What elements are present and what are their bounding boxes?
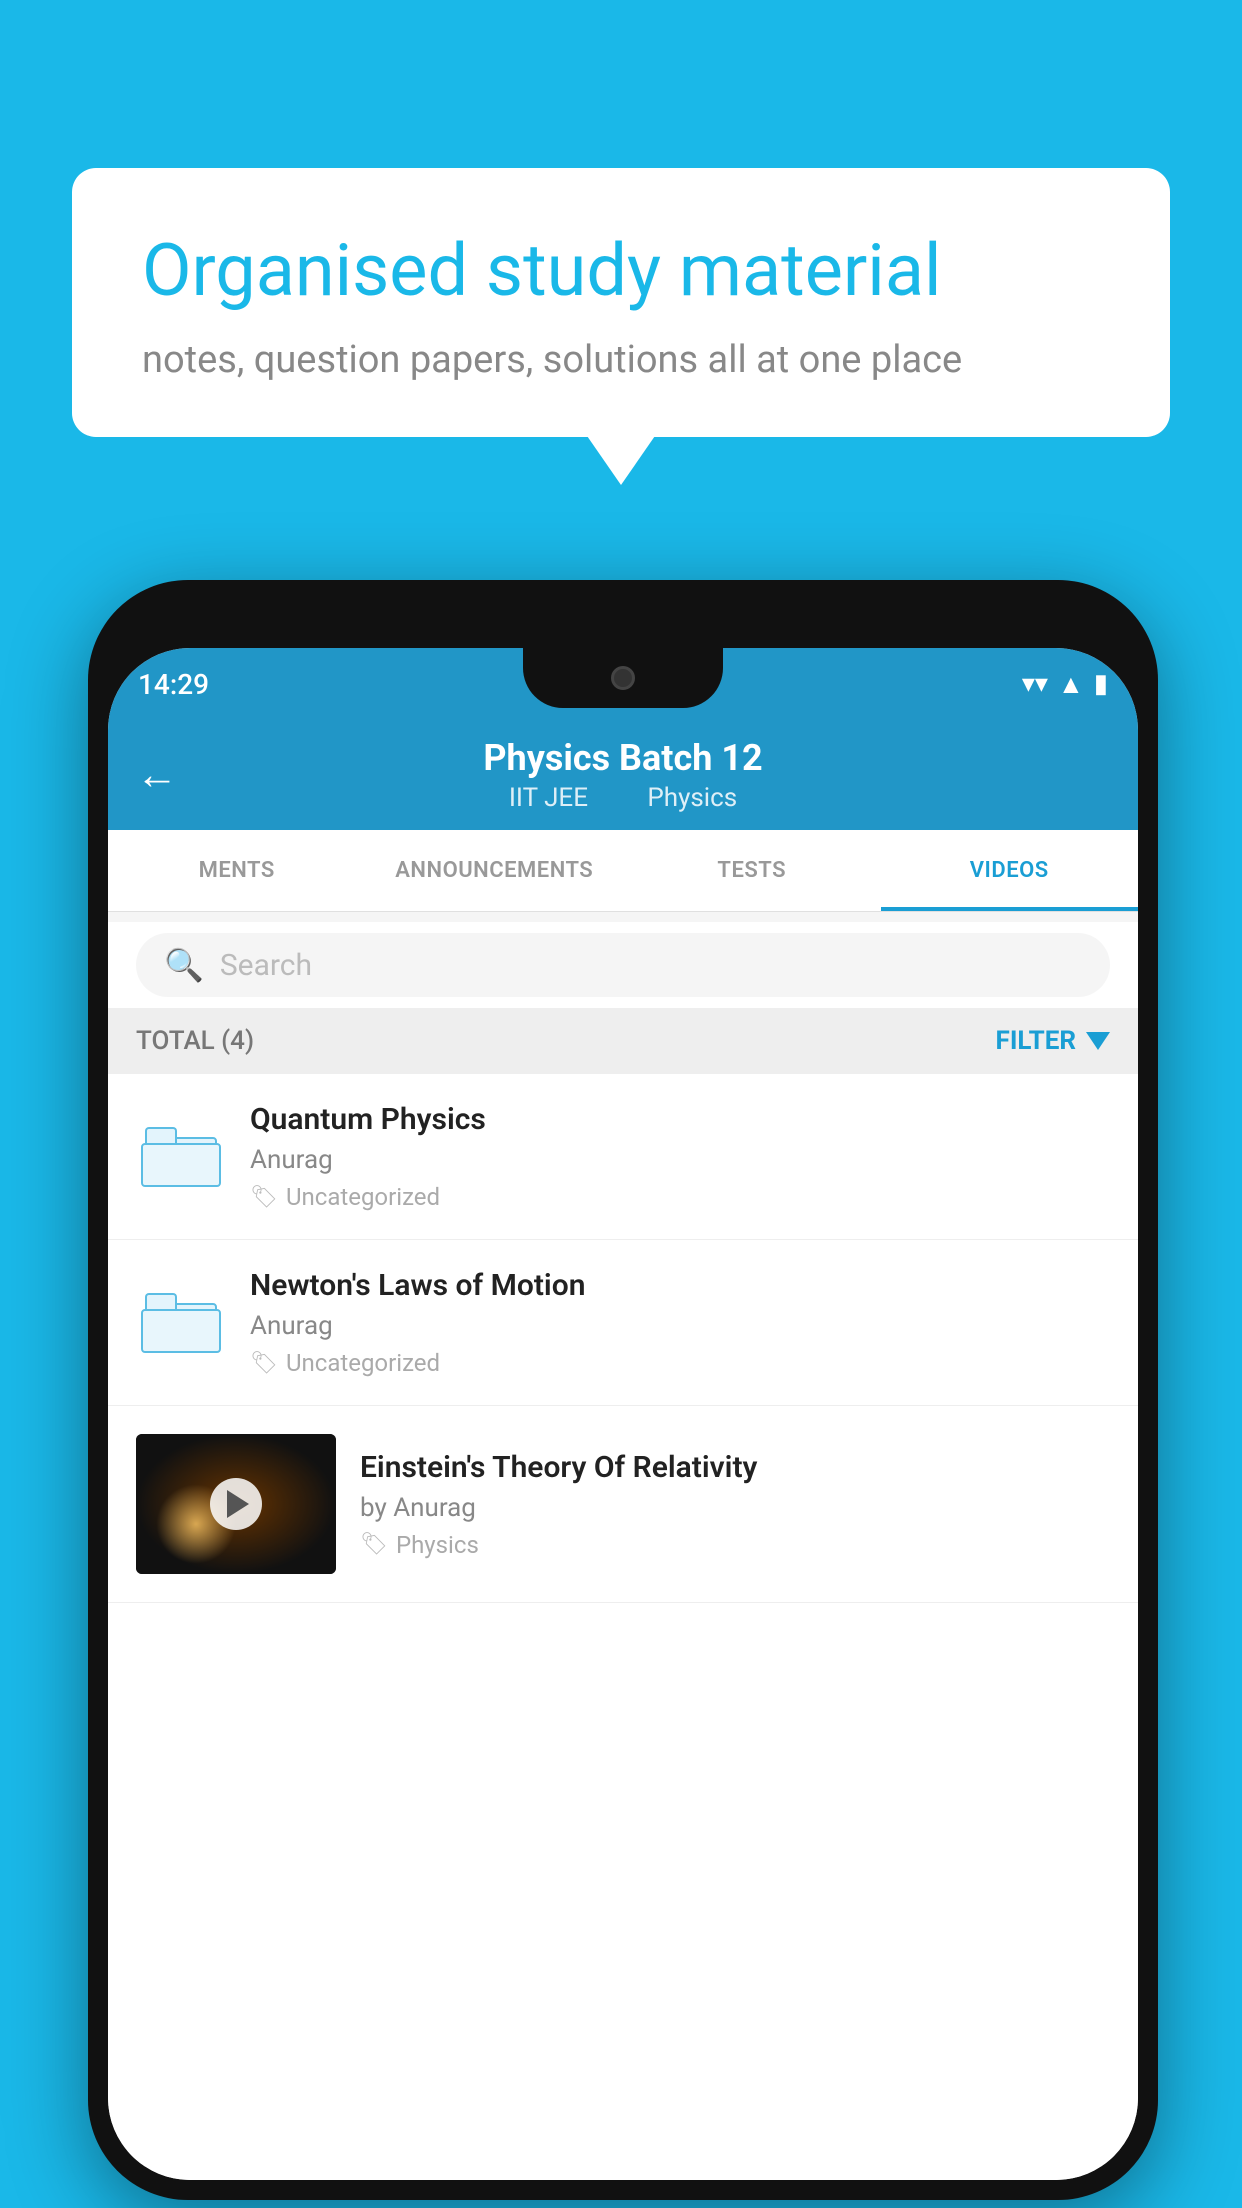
- item-author: by Anurag: [360, 1493, 1110, 1523]
- list-item[interactable]: Einstein's Theory Of Relativity by Anura…: [108, 1406, 1138, 1603]
- header-subtitle-iit: IIT JEE: [509, 783, 588, 813]
- speech-bubble: Organised study material notes, question…: [72, 168, 1170, 437]
- tab-videos[interactable]: VIDEOS: [881, 830, 1139, 911]
- filter-label: FILTER: [996, 1026, 1076, 1056]
- header-subtitle-physics: Physics: [647, 783, 737, 813]
- tab-tests[interactable]: TESTS: [623, 830, 881, 911]
- tab-ments[interactable]: MENTS: [108, 830, 366, 911]
- item-tag: 🏷 Uncategorized: [250, 1349, 1110, 1377]
- folder-icon: [145, 1127, 217, 1187]
- filter-icon: [1086, 1032, 1110, 1050]
- list-item[interactable]: Newton's Laws of Motion Anurag 🏷 Uncateg…: [108, 1240, 1138, 1406]
- item-info: Einstein's Theory Of Relativity by Anura…: [360, 1450, 1110, 1559]
- header-subtitle: IIT JEE Physics: [499, 783, 747, 813]
- phone-frame: 14:29 ▾▾ ▲ ▮ ← Physics Batch 12 IIT JEE …: [88, 580, 1158, 2200]
- search-input[interactable]: Search: [220, 948, 312, 983]
- phone-screen: 14:29 ▾▾ ▲ ▮ ← Physics Batch 12 IIT JEE …: [108, 648, 1138, 2180]
- list-item[interactable]: Quantum Physics Anurag 🏷 Uncategorized: [108, 1074, 1138, 1240]
- video-thumbnail: [136, 1434, 336, 1574]
- tag-label: Uncategorized: [286, 1349, 440, 1377]
- front-camera: [611, 666, 635, 690]
- tag-icon: 🏷: [360, 1532, 388, 1557]
- total-label: TOTAL (4): [136, 1026, 254, 1056]
- battery-icon: ▮: [1094, 669, 1108, 699]
- tag-icon: 🏷: [250, 1351, 278, 1376]
- status-icons: ▾▾ ▲ ▮: [1022, 669, 1108, 700]
- bubble-title: Organised study material: [142, 228, 1100, 314]
- speech-bubble-wrapper: Organised study material notes, question…: [72, 168, 1170, 437]
- wifi-icon: ▾▾: [1022, 669, 1048, 699]
- header-title: Physics Batch 12: [483, 737, 762, 779]
- tabs-bar: MENTS ANNOUNCEMENTS TESTS VIDEOS: [108, 830, 1138, 912]
- item-author: Anurag: [250, 1311, 1110, 1341]
- item-icon: [136, 1112, 226, 1202]
- search-input-wrapper[interactable]: 🔍 Search: [136, 933, 1110, 997]
- tab-announcements[interactable]: ANNOUNCEMENTS: [366, 830, 624, 911]
- search-bar: 🔍 Search: [108, 922, 1138, 1008]
- play-icon: [227, 1490, 249, 1518]
- notch: [523, 648, 723, 708]
- header-subtitle-sep: [614, 783, 627, 813]
- search-icon: 🔍: [164, 946, 204, 984]
- item-title: Newton's Laws of Motion: [250, 1268, 1110, 1303]
- item-icon: [136, 1278, 226, 1368]
- item-author: Anurag: [250, 1145, 1110, 1175]
- item-tag: 🏷 Uncategorized: [250, 1183, 1110, 1211]
- item-info: Quantum Physics Anurag 🏷 Uncategorized: [250, 1102, 1110, 1211]
- tag-label: Uncategorized: [286, 1183, 440, 1211]
- folder-icon: [145, 1293, 217, 1353]
- filter-button[interactable]: FILTER: [996, 1026, 1110, 1056]
- filter-bar: TOTAL (4) FILTER: [108, 1008, 1138, 1074]
- signal-icon: ▲: [1058, 669, 1084, 700]
- tag-icon: 🏷: [250, 1185, 278, 1210]
- item-tag: 🏷 Physics: [360, 1531, 1110, 1559]
- status-time: 14:29: [138, 668, 209, 701]
- play-button[interactable]: [210, 1478, 262, 1530]
- app-header: ← Physics Batch 12 IIT JEE Physics: [108, 720, 1138, 830]
- item-title: Quantum Physics: [250, 1102, 1110, 1137]
- bubble-subtitle: notes, question papers, solutions all at…: [142, 338, 1100, 382]
- item-info: Newton's Laws of Motion Anurag 🏷 Uncateg…: [250, 1268, 1110, 1377]
- item-title: Einstein's Theory Of Relativity: [360, 1450, 1110, 1485]
- content-list: Quantum Physics Anurag 🏷 Uncategorized: [108, 1074, 1138, 2180]
- tag-label: Physics: [396, 1531, 479, 1559]
- back-button[interactable]: ←: [136, 751, 178, 800]
